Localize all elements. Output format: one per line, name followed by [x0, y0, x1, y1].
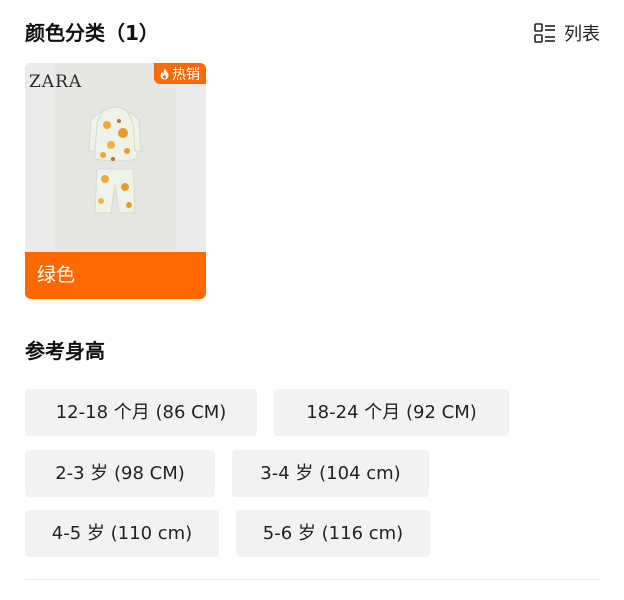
list-view-toggle[interactable]: 列表	[534, 18, 600, 48]
hot-badge-label: 热销	[172, 66, 200, 83]
size-chip-18-24m[interactable]: 18-24 个月 (92 CM)	[274, 389, 509, 436]
list-view-label: 列表	[564, 24, 600, 45]
brand-logo: ZARA	[29, 72, 83, 92]
size-chip-4-5y[interactable]: 4-5 岁 (110 cm)	[25, 510, 219, 557]
color-option-label: 绿色	[25, 252, 206, 299]
section-divider	[25, 579, 600, 580]
color-section-title: 颜色分类（1）	[25, 21, 159, 45]
hot-sale-badge: 热销	[154, 63, 206, 84]
product-thumbnail: ZARA	[25, 63, 206, 252]
color-swatch-green[interactable]: ZARA 热销 绿色	[25, 63, 206, 299]
size-chip-3-4y[interactable]: 3-4 岁 (104 cm)	[232, 450, 429, 497]
color-section-header: 颜色分类（1） 列表	[25, 18, 600, 48]
size-chip-12-18m[interactable]: 12-18 个月 (86 CM)	[25, 389, 257, 436]
height-section-title: 参考身高	[25, 339, 105, 363]
size-chip-2-3y[interactable]: 2-3 岁 (98 CM)	[25, 450, 215, 497]
list-view-icon	[534, 23, 555, 43]
size-chip-5-6y[interactable]: 5-6 岁 (116 cm)	[236, 510, 430, 557]
flame-icon	[160, 68, 169, 79]
